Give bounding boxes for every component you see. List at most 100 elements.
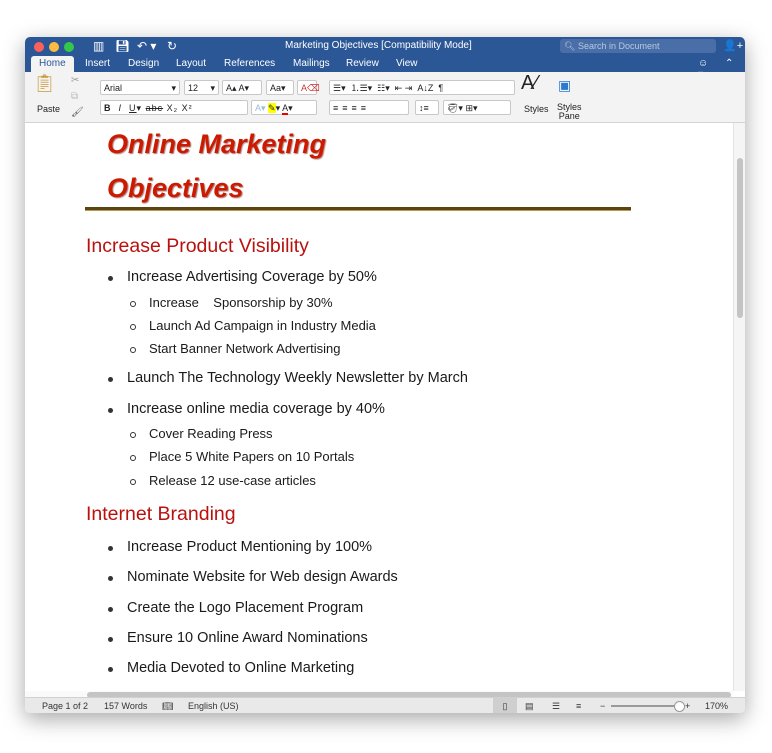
font-size-value: 12: [188, 83, 199, 93]
document-title-line-1: Online Marketing: [107, 129, 327, 159]
vertical-scroll-thumb[interactable]: [737, 158, 743, 318]
line-spacing-button[interactable]: ↕≡: [415, 100, 439, 115]
title-bar: ▥ 💾︎ ↶ ▾ ↻ Marketing Objectives [Compati…: [25, 37, 745, 80]
styles-pane-label-2: Pane: [558, 111, 580, 121]
undo-icon[interactable]: ↶ ▾: [137, 39, 156, 53]
paste-icon[interactable]: 📋︎: [33, 74, 56, 92]
status-bar: Page 1 of 2 157 Words 📖︎ English (US) ▯ …: [25, 697, 745, 713]
minimize-button[interactable]: [49, 42, 59, 52]
bullet-dot-icon: [108, 607, 113, 612]
bullet-item: Media Devoted to Online Marketing: [127, 660, 355, 676]
font-style-buttons[interactable]: B I U▾ abc X₂ X²: [100, 100, 248, 115]
bold-button[interactable]: B: [104, 103, 112, 113]
zoom-slider[interactable]: [611, 705, 681, 707]
sub-bullet-item: Place 5 White Papers on 10 Portals: [149, 449, 355, 464]
save-icon[interactable]: 💾︎: [115, 39, 130, 53]
outline-icon[interactable]: ☰: [552, 698, 560, 713]
zoom-slider-knob[interactable]: [673, 701, 685, 712]
bullet-item: Launch The Technology Weekly Newsletter …: [127, 370, 468, 386]
proofing-icon[interactable]: 📖︎: [162, 698, 173, 713]
tab-insert[interactable]: Insert: [85, 58, 110, 69]
font-size-select[interactable]: 12 ▾: [184, 80, 219, 95]
bullet-circle-icon: [130, 347, 136, 353]
copy-icon[interactable]: ⧉: [71, 89, 78, 104]
list-buttons[interactable]: ☰▾ ⒈☰▾ ☷▾ ⇤ ⇥ A↓Z ¶: [329, 80, 515, 95]
subscript-button[interactable]: X₂: [167, 103, 179, 113]
styles-icon[interactable]: A⁄: [521, 73, 538, 93]
styles-pane-icon[interactable]: ▣: [558, 78, 571, 93]
bullet-dot-icon: [108, 276, 113, 281]
bullet-dot-icon: [108, 667, 113, 672]
section-heading: Increase Product Visibility: [86, 235, 309, 257]
tab-layout[interactable]: Layout: [176, 58, 206, 69]
tab-review[interactable]: Review: [346, 58, 379, 69]
sub-bullet-item: Increase Sponsorship by 30%: [149, 295, 333, 310]
font-color-icon[interactable]: A: [282, 103, 289, 115]
zoom-in-button[interactable]: +: [685, 698, 690, 713]
highlight-icon[interactable]: ✎: [268, 103, 276, 113]
draft-icon[interactable]: ≡: [576, 698, 581, 713]
bullet-dot-icon: [108, 546, 113, 551]
close-button[interactable]: [34, 42, 44, 52]
bullet-dot-icon: [108, 576, 113, 581]
shading-borders-buttons[interactable]: 🪣︎▾ ⊞▾: [443, 100, 511, 115]
bullet-circle-icon: [130, 455, 136, 461]
tab-design[interactable]: Design: [128, 58, 159, 69]
paste-button[interactable]: Paste: [37, 104, 60, 114]
bullet-dot-icon: [108, 408, 113, 413]
page-count[interactable]: Page 1 of 2: [42, 698, 88, 713]
text-effects-highlight-color[interactable]: A▾ ✎▾ A▾: [251, 100, 317, 115]
bullet-circle-icon: [130, 301, 136, 307]
bullet-item: Nominate Website for Web design Awards: [127, 569, 398, 585]
bullet-item: Increase Advertising Coverage by 50%: [127, 269, 377, 285]
tab-references[interactable]: References: [224, 58, 275, 69]
italic-button[interactable]: I: [119, 103, 123, 113]
tab-view[interactable]: View: [396, 58, 418, 69]
change-case-button[interactable]: Aa▾: [266, 80, 294, 95]
show-formatting-button[interactable]: ¶: [438, 83, 443, 93]
document-page[interactable]: Online Marketing Objectives Increase Pro…: [25, 123, 733, 691]
bullet-item: Increase online media coverage by 40%: [127, 401, 385, 417]
vertical-scrollbar[interactable]: [733, 123, 745, 691]
format-painter-icon[interactable]: 🖌︎: [71, 105, 84, 120]
underline-button[interactable]: U: [129, 103, 137, 113]
sidebar-icon[interactable]: ▥: [93, 39, 104, 53]
print-layout-icon[interactable]: ▯: [493, 698, 517, 713]
search-placeholder: Search in Document: [577, 41, 660, 51]
share-icon[interactable]: 👤+: [723, 39, 743, 52]
word-count[interactable]: 157 Words: [104, 698, 147, 713]
maximize-button[interactable]: [64, 42, 74, 52]
word-window: ▥ 💾︎ ↶ ▾ ↻ Marketing Objectives [Compati…: [25, 37, 745, 713]
document-title: Marketing Objectives [Compatibility Mode…: [285, 40, 472, 51]
text-effects-icon[interactable]: A▾: [255, 103, 266, 113]
document-title-line-2: Objectives: [107, 173, 244, 203]
web-layout-icon[interactable]: ▤: [525, 698, 534, 713]
sub-bullet-item: Release 12 use-case articles: [149, 473, 316, 488]
grow-shrink-font-buttons[interactable]: A▴ A▾: [222, 80, 262, 95]
clear-formatting-icon[interactable]: A⌫: [297, 80, 320, 95]
language[interactable]: English (US): [188, 698, 239, 713]
font-name-select[interactable]: Arial ▾: [100, 80, 180, 95]
tab-mailings[interactable]: Mailings: [293, 58, 330, 69]
bullet-circle-icon: [130, 479, 136, 485]
ribbon: 📋︎ Paste ✂ ⧉ 🖌︎ Arial ▾ 12 ▾ A▴ A▾ Aa▾ A⌫ …: [25, 72, 745, 123]
strikethrough-button[interactable]: abc: [146, 103, 164, 113]
title-divider: [85, 207, 631, 211]
bullet-dot-icon: [108, 377, 113, 382]
search-input[interactable]: 🔍︎ Search in Document: [560, 39, 716, 53]
styles-pane-button[interactable]: Styles Pane: [557, 103, 582, 121]
superscript-button[interactable]: X²: [182, 103, 193, 113]
sub-bullet-item: Cover Reading Press: [149, 426, 273, 441]
alignment-buttons[interactable]: ≡≡≡≡: [329, 100, 409, 115]
cut-icon[interactable]: ✂: [71, 73, 79, 88]
zoom-level[interactable]: 170%: [705, 698, 728, 713]
bullet-dot-icon: [108, 637, 113, 642]
bullet-item: Ensure 10 Online Award Nominations: [127, 630, 368, 646]
bullet-item: Create the Logo Placement Program: [127, 600, 364, 616]
zoom-out-button[interactable]: −: [600, 698, 605, 713]
section-heading: Internet Branding: [86, 503, 236, 525]
collapse-ribbon-icon[interactable]: ⌃: [725, 58, 733, 69]
redo-icon[interactable]: ↻: [167, 39, 177, 53]
font-name-value: Arial: [104, 83, 123, 93]
styles-button[interactable]: Styles: [524, 104, 549, 114]
